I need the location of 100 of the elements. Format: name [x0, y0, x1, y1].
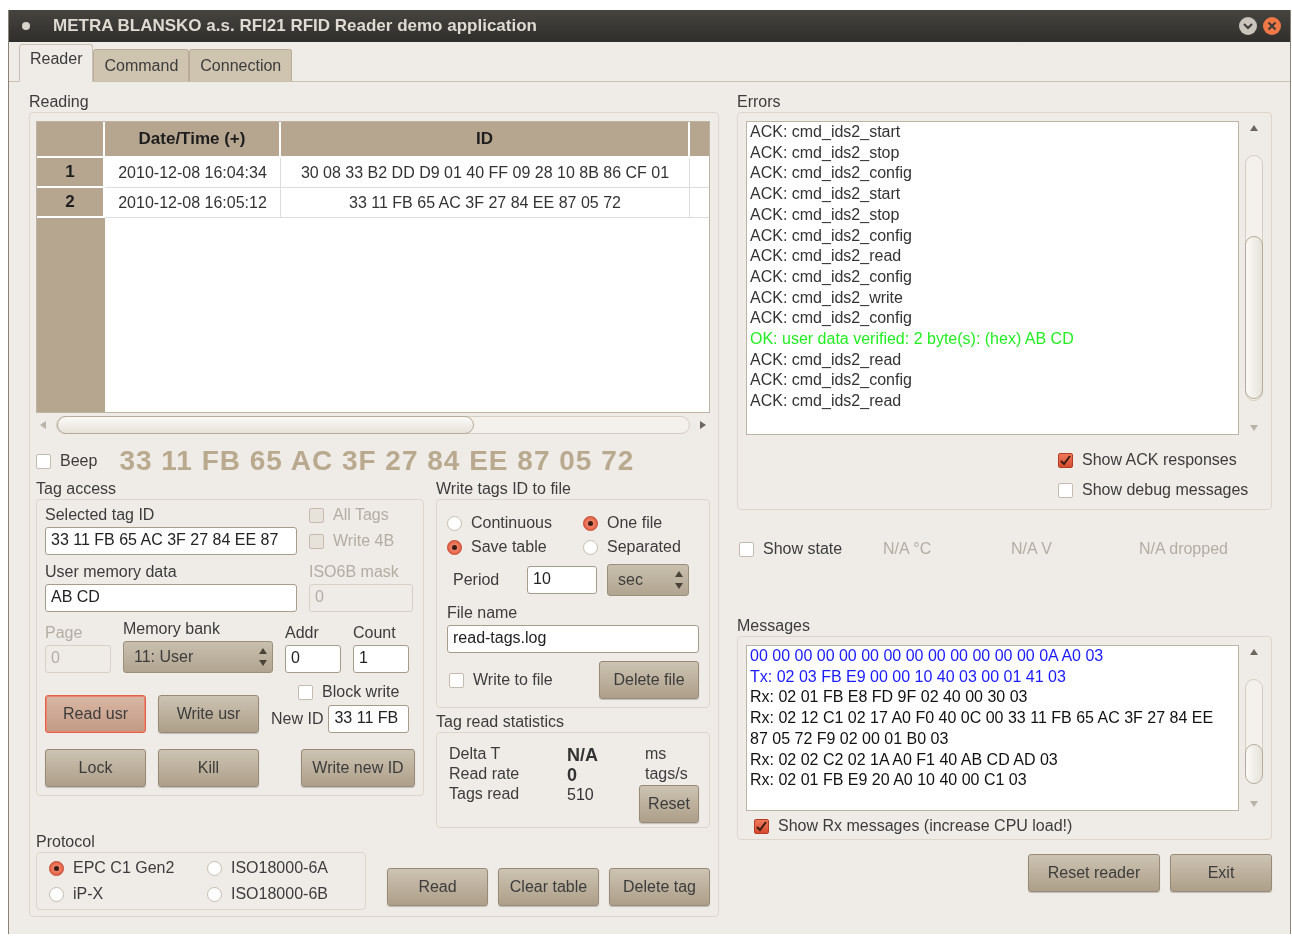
checkbox-label: Write to file	[473, 671, 553, 689]
log-line: ACK: cmd_ids2_start	[750, 184, 902, 205]
log-line: Tx: 02 03 FB E9 00 00 10 40 03 00 01 41 03	[750, 666, 1067, 687]
stat-label: Delta T	[449, 745, 502, 764]
log-line: ACK: cmd_ids2_read	[750, 391, 903, 412]
input-field[interactable]: 33 11 FB 65 AC 3F 27 84 EE 87	[45, 527, 297, 555]
row-header[interactable]: 1	[37, 158, 105, 188]
checkbox[interactable]	[449, 672, 464, 688]
button[interactable]: Exit	[1170, 854, 1272, 892]
log-line: ACK: cmd_ids2_config	[750, 370, 913, 391]
group-title: Tag access	[36, 479, 118, 499]
table-cell: 2010-12-08 16:04:34	[105, 158, 281, 188]
spin-arrows-icon	[674, 569, 684, 591]
tab[interactable]: Reader	[19, 44, 94, 82]
radio-label: One file	[607, 514, 663, 532]
window-title: METRA BLANSKO a.s. RFI21 RFID Reader demo application	[53, 16, 538, 36]
stat-value: N/A	[567, 745, 599, 765]
table-cell: 33 11 FB 65 AC 3F 27 84 EE 87 05 72	[281, 188, 690, 218]
log-line: ACK: cmd_ids2_stop	[750, 204, 901, 225]
input-field[interactable]: read-tags.log	[447, 625, 699, 653]
radio-button[interactable]	[207, 860, 222, 876]
row-header[interactable]: 2	[37, 188, 105, 218]
log-line: ACK: cmd_ids2_stop	[750, 142, 901, 163]
radio-button[interactable]	[49, 886, 64, 902]
tag-id-display: 33 11 FB 65 AC 3F 27 84 EE 87 05 72	[119, 445, 635, 477]
input-field[interactable]: 1	[353, 645, 409, 673]
log-line: ACK: cmd_ids2_config	[750, 308, 913, 329]
button[interactable]: Delete tag	[609, 868, 710, 906]
checkbox[interactable]	[739, 541, 754, 557]
log-line: ACK: cmd_ids2_config	[750, 163, 913, 184]
stat-value: 0	[567, 765, 578, 785]
button[interactable]: Read	[387, 868, 488, 906]
input-field[interactable]: AB CD	[45, 584, 297, 612]
radio-label: Separated	[607, 538, 681, 556]
unit-select[interactable]: sec	[607, 564, 689, 596]
radio-button[interactable]	[583, 515, 598, 531]
minimize-button[interactable]	[1238, 16, 1258, 36]
field-label: Memory bank	[123, 620, 221, 638]
log-line: Rx: 02 12 C1 02 17 A0 F0 40 0C 00 33 11 FB 65 AC 3F 27 84 EE 87 05 72 F9 02 00 01 B0 03	[750, 708, 1215, 749]
checkbox[interactable]	[1058, 482, 1073, 498]
tab[interactable]: Connection	[189, 49, 293, 82]
field-label: ISO6B mask	[309, 563, 400, 581]
stat-value: 510	[567, 785, 595, 805]
radio-label: EPC C1 Gen2	[73, 859, 175, 877]
stat-unit: tags/s	[645, 765, 689, 784]
stat-label: Read rate	[449, 765, 521, 784]
checkbox[interactable]	[754, 818, 769, 834]
column-header[interactable]: ID	[281, 122, 690, 158]
button[interactable]: Clear table	[498, 868, 599, 906]
field-label: Selected tag ID	[45, 506, 156, 524]
checkbox[interactable]	[1058, 452, 1073, 468]
field-label: Period	[452, 571, 501, 589]
radio-button[interactable]	[447, 539, 462, 555]
field-label: Addr	[285, 624, 320, 642]
radio-button[interactable]	[207, 886, 222, 902]
input-field[interactable]: 33 11 FB	[328, 705, 410, 733]
field-label: File name	[447, 604, 519, 622]
button[interactable]: Reset reader	[1028, 854, 1160, 892]
checkbox[interactable]	[36, 453, 51, 469]
delete-file-button[interactable]: Delete file	[599, 661, 699, 699]
field-label: Count	[353, 624, 397, 642]
log-line: ACK: cmd_ids2_write	[750, 287, 904, 308]
tab[interactable]: Command	[93, 49, 190, 82]
radio-label: Continuous	[471, 514, 552, 532]
table-cell: 2010-12-08 16:05:12	[105, 188, 281, 218]
radio-label: iP-X	[73, 885, 104, 903]
checkbox-label: Show ACK responses	[1082, 451, 1237, 469]
checkbox-label: All Tags	[333, 506, 389, 524]
group-title: Write tags ID to file	[436, 479, 572, 499]
radio-label: Save table	[471, 538, 547, 556]
button[interactable]: Lock	[45, 749, 146, 787]
button[interactable]: Write new ID	[301, 749, 415, 787]
column-header[interactable]: Date/Time (+)	[105, 122, 281, 158]
window-menu-icon[interactable]	[21, 21, 31, 31]
radio-button[interactable]	[447, 515, 462, 531]
button[interactable]: Read usr	[45, 695, 146, 733]
log-line: Rx: 02 01 FB E9 20 A0 10 40 00 C1 03	[750, 770, 1028, 791]
checkbox[interactable]	[298, 684, 313, 700]
radio-button[interactable]	[49, 860, 64, 876]
radio-label: ISO18000-6B	[231, 885, 328, 903]
button[interactable]: Kill	[158, 749, 259, 787]
group-title: Protocol	[36, 832, 96, 852]
input-field[interactable]: 10	[527, 566, 597, 594]
memory-bank-select[interactable]: 11: User	[123, 641, 273, 673]
table-cell: 30 08 33 B2 DD D9 01 40 FF 09 28 10 8B 86 CF 01	[281, 158, 690, 188]
state-reading: N/A °C	[883, 540, 933, 558]
radio-label: ISO18000-6A	[231, 859, 328, 877]
field-label: Page	[45, 624, 84, 642]
close-button[interactable]	[1262, 16, 1282, 36]
reset-button[interactable]: Reset	[639, 785, 699, 823]
checkbox-label: Beep	[60, 452, 98, 470]
log-line: ACK: cmd_ids2_read	[750, 246, 903, 267]
state-reading: N/A V	[1011, 540, 1053, 558]
checkbox-label: Show debug messages	[1082, 481, 1249, 499]
log-line: Rx: 02 01 FB E8 FD 9F 02 40 00 30 03	[750, 687, 1029, 708]
button[interactable]: Write usr	[158, 695, 259, 733]
input-field[interactable]: 0	[285, 645, 341, 673]
radio-button[interactable]	[583, 539, 598, 555]
scrollbar[interactable]	[56, 416, 690, 434]
stat-unit: ms	[645, 745, 668, 764]
